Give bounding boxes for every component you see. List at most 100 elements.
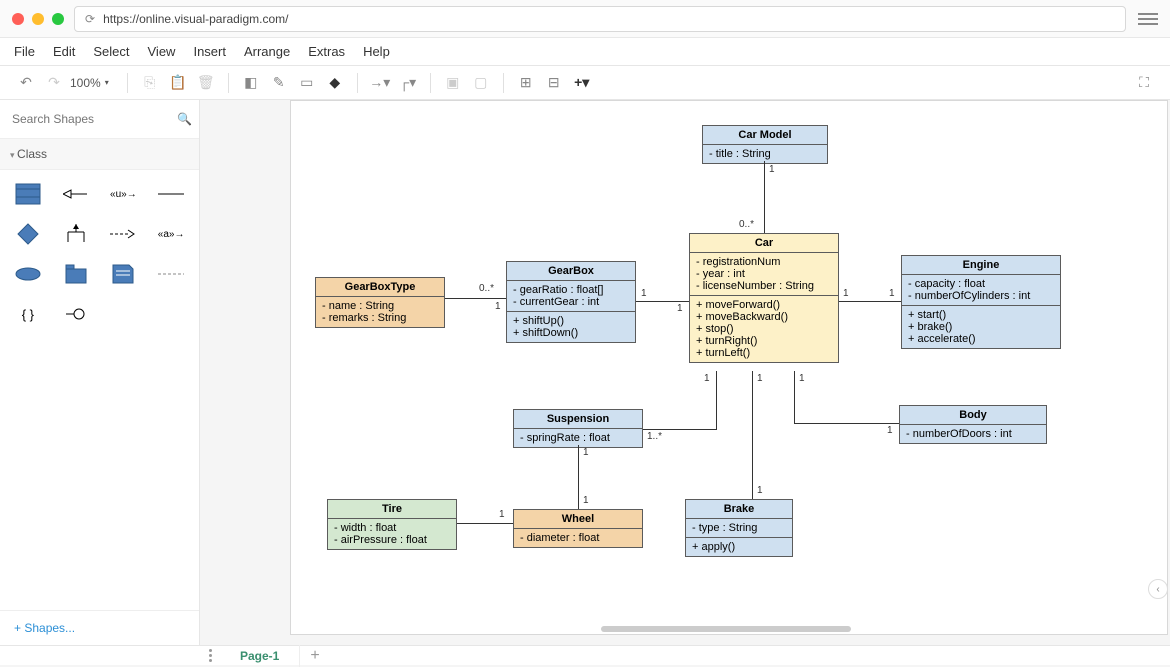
canvas[interactable]: Car Model - title : String Car - registr… <box>290 100 1168 635</box>
class-engine[interactable]: Engine - capacity : float- numberOfCylin… <box>901 255 1061 349</box>
sidebar: 🔍 Class «u»→ «a»→ { } + Shapes... <box>0 100 200 645</box>
shape-association-icon[interactable] <box>151 180 191 208</box>
class-name: Tire <box>328 500 456 519</box>
redo-icon[interactable]: ↷ <box>42 71 66 95</box>
search-icon[interactable]: 🔍 <box>177 112 192 126</box>
class-wheel[interactable]: Wheel - diameter : float <box>513 509 643 548</box>
connector <box>457 523 513 524</box>
class-attrs: - gearRatio : float[]- currentGear : int <box>507 281 635 312</box>
multiplicity: 1 <box>799 373 805 384</box>
category-class[interactable]: Class <box>0 139 199 170</box>
class-attrs: - type : String <box>686 519 792 538</box>
multiplicity: 1 <box>889 288 895 299</box>
stroke-icon[interactable]: ✎ <box>267 71 291 95</box>
class-name: Wheel <box>514 510 642 529</box>
url-bar[interactable]: ⟳ https://online.visual-paradigm.com/ <box>74 6 1126 32</box>
shape-usage-icon[interactable]: «u»→ <box>104 180 144 208</box>
menu-view[interactable]: View <box>148 44 176 59</box>
class-ops: + moveForward()+ moveBackward()+ stop()+… <box>690 296 838 362</box>
zoom-dropdown[interactable]: 100%▾ <box>70 76 109 90</box>
class-body[interactable]: Body - numberOfDoors : int <box>899 405 1047 444</box>
shape-interface-icon[interactable] <box>56 300 96 328</box>
style-icon[interactable]: ◆ <box>323 71 347 95</box>
menu-edit[interactable]: Edit <box>53 44 75 59</box>
multiplicity: 1 <box>677 303 683 314</box>
class-attrs: - registrationNum- year : int- licenseNu… <box>690 253 838 296</box>
class-name: Engine <box>902 256 1060 275</box>
back-icon[interactable]: ▢ <box>469 71 493 95</box>
class-suspension[interactable]: Suspension - springRate : float <box>513 409 643 448</box>
titlebar: ⟳ https://online.visual-paradigm.com/ <box>0 0 1170 38</box>
connector-icon[interactable]: ┌▾ <box>396 71 420 95</box>
shape-note-icon[interactable] <box>104 260 144 288</box>
class-car[interactable]: Car - registrationNum- year : int- licen… <box>689 233 839 363</box>
page-tab[interactable]: Page-1 <box>220 645 300 667</box>
add-page-icon[interactable]: + <box>300 647 329 665</box>
paste-icon[interactable]: 📋 <box>166 71 190 95</box>
shape-package-icon[interactable] <box>56 260 96 288</box>
menu-file[interactable]: File <box>14 44 35 59</box>
footer: Page-1 + <box>0 645 1170 665</box>
minimize-icon[interactable] <box>32 13 44 25</box>
delete-icon[interactable]: 🗑 <box>194 71 218 95</box>
class-brake[interactable]: Brake - type : String + apply() <box>685 499 793 557</box>
drag-handle-icon[interactable] <box>200 649 220 662</box>
class-carmodel[interactable]: Car Model - title : String <box>702 125 828 164</box>
shape-dependency-icon[interactable] <box>104 220 144 248</box>
shadow-icon[interactable]: ▭ <box>295 71 319 95</box>
menu-help[interactable]: Help <box>363 44 390 59</box>
shape-ellipse-icon[interactable] <box>8 260 48 288</box>
ungroup-icon[interactable]: ⊟ <box>542 71 566 95</box>
connector <box>794 423 899 424</box>
search-input[interactable] <box>8 108 171 130</box>
shape-dashed-icon[interactable] <box>151 260 191 288</box>
connector <box>636 301 689 302</box>
add-icon[interactable]: +▾ <box>570 71 594 95</box>
copy-icon[interactable]: ⎘ <box>138 71 162 95</box>
toolbar: ↶ ↷ 100%▾ ⎘ 📋 🗑 ◧ ✎ ▭ ◆ →▾ ┌▾ ▣ ▢ ⊞ ⊟ +▾… <box>0 66 1170 100</box>
url-text: https://online.visual-paradigm.com/ <box>103 12 288 26</box>
shape-class-icon[interactable] <box>8 180 48 208</box>
group-icon[interactable]: ⊞ <box>514 71 538 95</box>
shape-diamond-icon[interactable] <box>8 220 48 248</box>
shape-abstraction-icon[interactable]: «a»→ <box>151 220 191 248</box>
class-gearboxtype[interactable]: GearBoxType - name : String- remarks : S… <box>315 277 445 328</box>
connector <box>716 371 717 429</box>
collapse-panel-icon[interactable]: ‹ <box>1148 579 1168 599</box>
close-icon[interactable] <box>12 13 24 25</box>
shape-fork-icon[interactable] <box>56 220 96 248</box>
horizontal-scrollbar[interactable] <box>601 626 851 632</box>
connector <box>578 445 579 509</box>
connector <box>794 371 795 423</box>
fill-icon[interactable]: ◧ <box>239 71 263 95</box>
search-bar: 🔍 <box>0 100 199 139</box>
menu-icon[interactable] <box>1138 9 1158 29</box>
multiplicity: 0..* <box>739 219 754 230</box>
connector <box>445 298 506 299</box>
menu-select[interactable]: Select <box>93 44 129 59</box>
menu-arrange[interactable]: Arrange <box>244 44 290 59</box>
front-icon[interactable]: ▣ <box>441 71 465 95</box>
multiplicity: 1 <box>769 164 775 175</box>
maximize-icon[interactable] <box>52 13 64 25</box>
class-tire[interactable]: Tire - width : float- airPressure : floa… <box>327 499 457 550</box>
shape-generalization-icon[interactable] <box>56 180 96 208</box>
shapes-link[interactable]: + Shapes... <box>0 610 199 645</box>
multiplicity: 1 <box>583 495 589 506</box>
connector <box>643 429 717 430</box>
class-attr: - title : String <box>703 145 827 163</box>
fullscreen-icon[interactable]: ⛶ <box>1132 71 1156 95</box>
multiplicity: 1..* <box>647 431 662 442</box>
undo-icon[interactable]: ↶ <box>14 71 38 95</box>
multiplicity: 1 <box>704 373 710 384</box>
class-name: Car Model <box>703 126 827 145</box>
menu-insert[interactable]: Insert <box>193 44 226 59</box>
class-attrs: - name : String- remarks : String <box>316 297 444 327</box>
arrow-icon[interactable]: →▾ <box>368 71 392 95</box>
chevron-down-icon: ▾ <box>105 78 109 87</box>
menu-extras[interactable]: Extras <box>308 44 345 59</box>
multiplicity: 1 <box>583 447 589 458</box>
class-gearbox[interactable]: GearBox - gearRatio : float[]- currentGe… <box>506 261 636 343</box>
shape-constraint-icon[interactable]: { } <box>8 300 48 328</box>
reload-icon[interactable]: ⟳ <box>85 12 95 26</box>
